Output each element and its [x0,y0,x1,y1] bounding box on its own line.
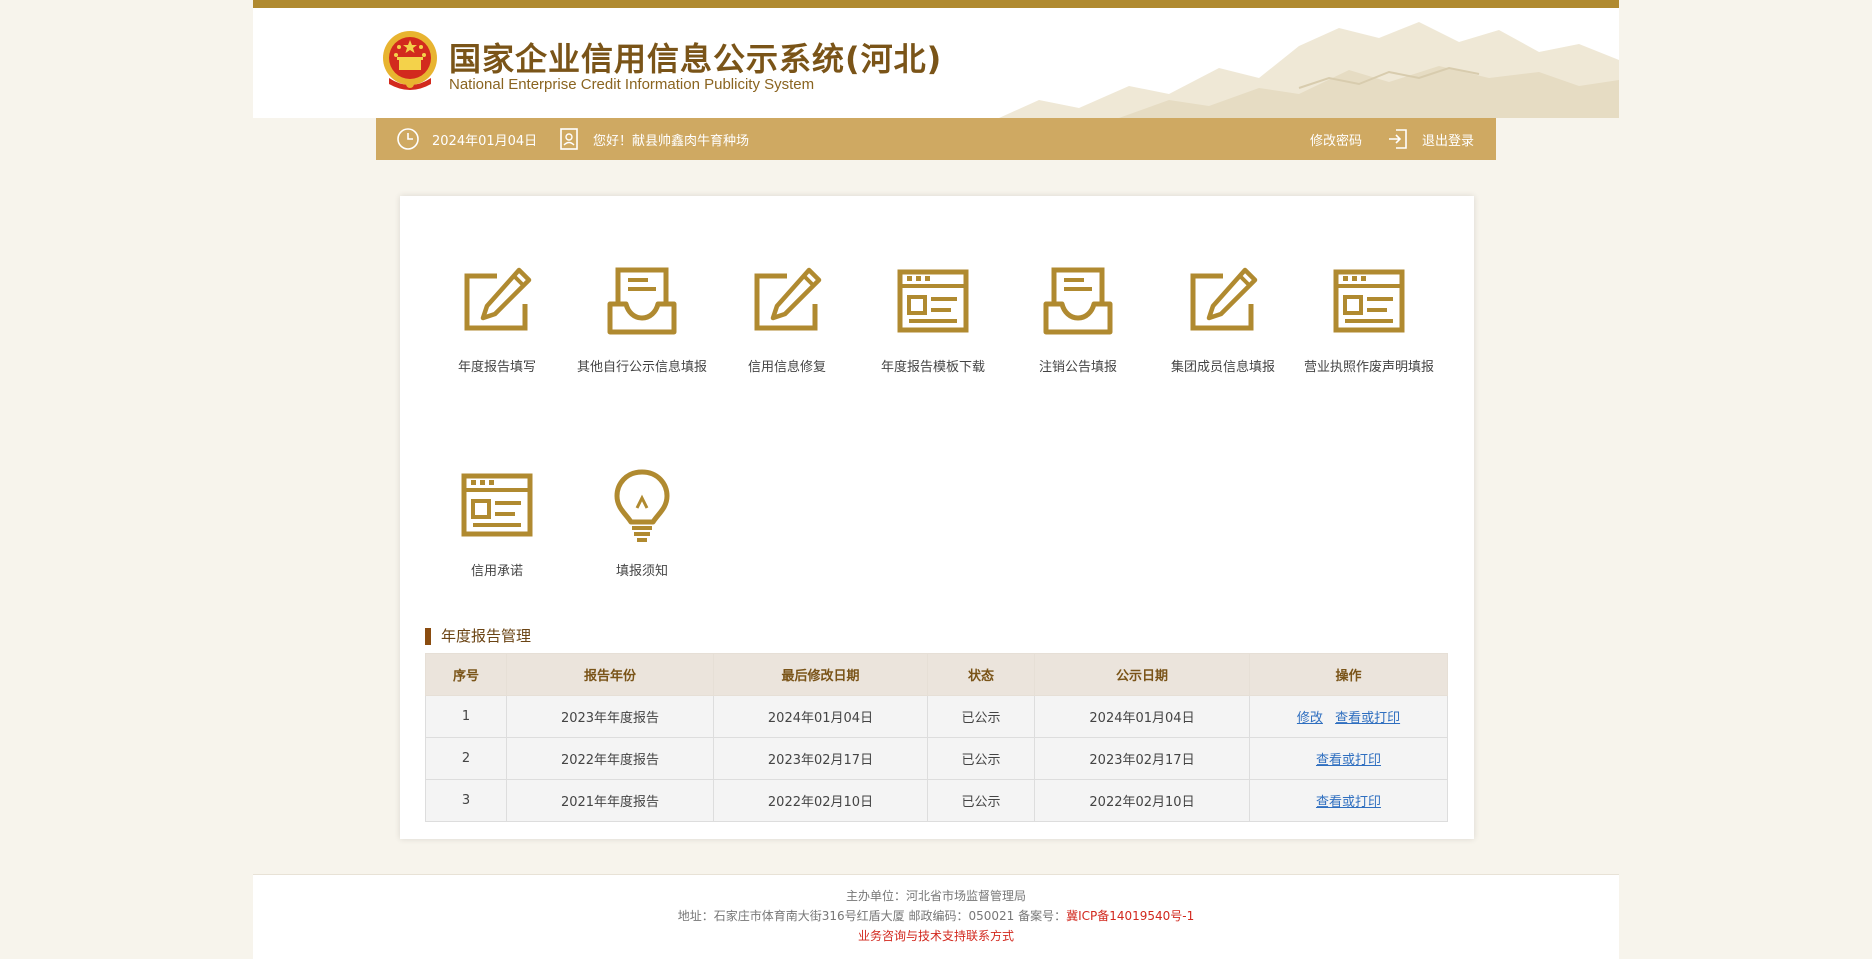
func-license-void[interactable]: 营业执照作废声明填报 [1296,264,1442,375]
cell-year: 2023年年度报告 [506,695,714,738]
column-header: 最后修改日期 [713,653,928,696]
cell-actions: 修改 查看或打印 [1249,695,1448,738]
func-label[interactable]: 年度报告模板下载 [860,356,1006,375]
view-print-link[interactable]: 查看或打印 [1316,753,1381,768]
cell-no: 3 [425,779,507,822]
form-icon[interactable] [459,468,535,544]
form-icon[interactable] [1331,264,1407,340]
contact-link[interactable]: 业务咨询与技术支持联系方式 [253,927,1619,944]
func-label[interactable]: 集团成员信息填报 [1150,356,1296,375]
footer-sponsor: 主办单位：河北省市场监督管理局 [845,889,1026,903]
column-header: 状态 [927,653,1035,696]
edit-icon[interactable] [459,264,535,340]
logout-label[interactable]: 退出登录 [1422,130,1474,149]
cell-published: 2023年02月17日 [1034,737,1250,780]
func-label[interactable]: 其他自行公示信息填报 [569,356,715,375]
current-date: 2024年01月04日 [432,133,538,149]
icp-link[interactable]: 冀ICP备14019540号-1 [1066,909,1194,923]
cell-modified: 2022年02月10日 [713,779,928,822]
cell-year: 2022年年度报告 [506,737,714,780]
func-label[interactable]: 信用承诺 [424,560,570,579]
func-other-public-info[interactable]: 其他自行公示信息填报 [569,264,715,375]
footer-address: 地址：石家庄市体育南大街316号红盾大厦 邮政编码：050021 备案号： [677,909,1067,923]
logout-icon[interactable] [1386,127,1410,151]
edit-icon[interactable] [749,264,825,340]
site-header: 国家企业信用信息公示系统(河北) National Enterprise Cre… [253,8,1619,118]
func-group-member[interactable]: 集团成员信息填报 [1150,264,1296,375]
cell-published: 2022年02月10日 [1034,779,1250,822]
table-row: 3 2021年年度报告 2022年02月10日 已公示 2022年02月10日 … [425,779,1448,822]
view-print-link[interactable]: 查看或打印 [1316,795,1381,810]
column-header: 报告年份 [506,653,714,696]
cell-year: 2021年年度报告 [506,779,714,822]
nav-date: 2024年01月04日 [396,118,537,160]
cell-actions: 查看或打印 [1249,737,1448,780]
change-password-link[interactable]: 修改密码 [1310,118,1362,160]
lightbulb-icon[interactable] [604,468,680,544]
site-footer: 主办单位：河北省市场监督管理局 地址：石家庄市体育南大街316号红盾大厦 邮政编… [253,874,1619,959]
edit-link[interactable]: 修改 [1297,711,1323,726]
change-password-label[interactable]: 修改密码 [1310,130,1362,149]
func-filing-instructions[interactable]: 填报须知 [569,468,715,579]
cell-published: 2024年01月04日 [1034,695,1250,738]
func-credit-commitment[interactable]: 信用承诺 [424,468,570,579]
footer-address-line: 地址：石家庄市体育南大街316号红盾大厦 邮政编码：050021 备案号：冀IC… [253,907,1619,924]
inbox-icon[interactable] [604,264,680,340]
top-band [253,0,1619,8]
national-emblem-icon [383,31,437,90]
inbox-icon[interactable] [1040,264,1116,340]
func-deregistration-notice[interactable]: 注销公告填报 [1005,264,1151,375]
func-label[interactable]: 注销公告填报 [1005,356,1151,375]
table-header-row: 序号 报告年份 最后修改日期 状态 公示日期 操作 [425,653,1448,696]
edit-icon[interactable] [1185,264,1261,340]
user-card-icon [560,128,578,150]
logout-link[interactable]: 退出登录 [1386,118,1474,160]
cell-modified: 2023年02月17日 [713,737,928,780]
func-label[interactable]: 营业执照作废声明填报 [1296,356,1442,375]
table-row: 1 2023年年度报告 2024年01月04日 已公示 2024年01月04日 … [425,695,1448,738]
cell-status: 已公示 [927,737,1035,780]
cell-no: 1 [425,695,507,738]
cell-status: 已公示 [927,779,1035,822]
mountain-decoration [999,22,1619,118]
page: 国家企业信用信息公示系统(河北) National Enterprise Cre… [0,0,1872,959]
func-template-download[interactable]: 年度报告模板下载 [860,264,1006,375]
column-header: 操作 [1249,653,1448,696]
site-subtitle: National Enterprise Credit Information P… [449,76,815,93]
func-credit-repair[interactable]: 信用信息修复 [714,264,860,375]
column-header: 公示日期 [1034,653,1250,696]
func-label[interactable]: 信用信息修复 [714,356,860,375]
column-header: 序号 [425,653,507,696]
clock-icon [397,128,419,150]
form-icon[interactable] [895,264,971,340]
func-annual-report-fill[interactable]: 年度报告填写 [424,264,570,375]
nav-user: 您好！献县帅鑫肉牛育种场 [557,118,749,160]
cell-status: 已公示 [927,695,1035,738]
func-label[interactable]: 填报须知 [569,560,715,579]
main-panel: 年度报告填写 其他自行公示信息填报 信用信息修复 年度报告模板下载 注销公告填报… [400,196,1474,839]
user-greeting: 您好！献县帅鑫肉牛育种场 [593,133,750,149]
table-row: 2 2022年年度报告 2023年02月17日 已公示 2023年02月17日 … [425,737,1448,780]
section-title: 年度报告管理 [425,628,531,645]
cell-actions: 查看或打印 [1249,779,1448,822]
annual-report-table: 序号 报告年份 最后修改日期 状态 公示日期 操作 1 2023年年度报告 20… [425,653,1448,822]
cell-no: 2 [425,737,507,780]
func-label[interactable]: 年度报告填写 [424,356,570,375]
site-title: 国家企业信用信息公示系统(河北) [449,40,943,78]
cell-modified: 2024年01月04日 [713,695,928,738]
user-navbar: 2024年01月04日 您好！献县帅鑫肉牛育种场 修改密码 退出登录 [376,118,1496,160]
view-print-link[interactable]: 查看或打印 [1335,711,1400,726]
